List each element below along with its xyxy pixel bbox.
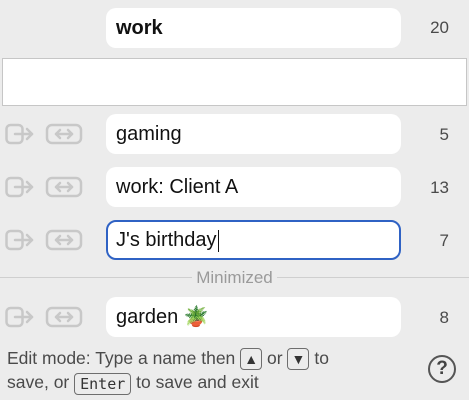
minimized-heading: Minimized <box>0 268 469 288</box>
row-actions <box>5 123 83 145</box>
space-row-editing: J's birthday 7 <box>0 215 469 265</box>
hint-text: or <box>267 348 283 368</box>
space-name-field[interactable]: garden 🪴 <box>106 297 401 337</box>
arrow-into-box-icon[interactable] <box>5 123 37 145</box>
help-icon[interactable]: ? <box>428 355 456 383</box>
space-row-current: work 20 <box>0 3 469 53</box>
space-name-field-editing[interactable]: J's birthday <box>106 220 401 260</box>
minimized-divider <box>0 277 469 278</box>
space-name-field[interactable]: gaming <box>106 114 401 154</box>
minimized-space-row: garden 🪴 8 <box>0 292 469 342</box>
space-row: gaming 5 <box>0 109 469 159</box>
up-arrow-key: ▲ <box>240 348 263 371</box>
row-actions <box>5 229 83 251</box>
arrow-into-box-icon[interactable] <box>5 229 37 251</box>
window-count: 8 <box>439 308 449 327</box>
arrow-into-box-icon[interactable] <box>5 176 37 198</box>
row-actions <box>5 306 83 328</box>
hint-text: to <box>314 348 329 368</box>
space-name-field[interactable]: work: Client A <box>106 167 401 207</box>
arrow-into-box-icon[interactable] <box>5 306 37 328</box>
window-count: 20 <box>430 18 449 37</box>
space-row: work: Client A 13 <box>0 162 469 212</box>
space-name-field[interactable]: work <box>106 8 401 48</box>
spaces-panel: work 20 gaming 5 work: Client A 13 J's b… <box>0 0 469 400</box>
window-count: 5 <box>439 125 449 144</box>
new-space-input[interactable] <box>2 58 467 106</box>
space-name-text: J's birthday <box>116 229 217 251</box>
down-arrow-key: ▼ <box>287 348 310 371</box>
hint-text: save, or <box>7 372 70 393</box>
link-arrows-icon[interactable] <box>45 176 83 198</box>
text-caret <box>217 229 220 252</box>
enter-key: Enter <box>74 372 132 395</box>
link-arrows-icon[interactable] <box>45 229 83 251</box>
edit-mode-hint: Edit mode: Type a name then ▲ or ▼ to sa… <box>7 346 417 395</box>
window-count: 13 <box>430 178 449 197</box>
link-arrows-icon[interactable] <box>45 306 83 328</box>
hint-text: Edit mode: Type a name then <box>7 348 236 368</box>
link-arrows-icon[interactable] <box>45 123 83 145</box>
hint-text: to save and exit <box>136 372 259 393</box>
window-count: 7 <box>439 231 449 250</box>
row-actions <box>5 176 83 198</box>
